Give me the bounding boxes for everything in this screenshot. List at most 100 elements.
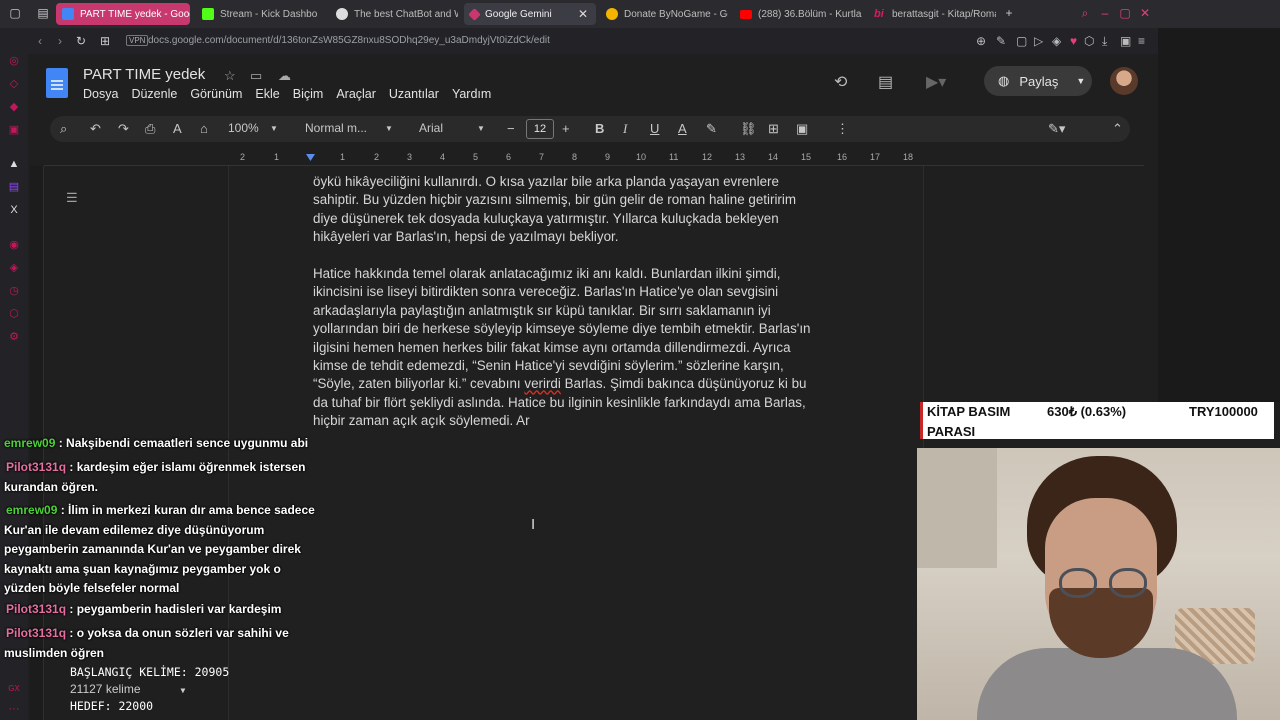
tab-bynogame[interactable]: Donate ByNoGame - Gele	[600, 3, 728, 25]
text-color-icon[interactable]: A	[678, 121, 687, 136]
tab-actions-icon[interactable]: ▢	[8, 6, 22, 20]
menu-view[interactable]: Görünüm	[190, 87, 242, 101]
sidebar-twitch-icon[interactable]: ▣	[7, 123, 21, 137]
italic-icon[interactable]: I	[623, 121, 627, 137]
font-size-input[interactable]: 12	[526, 119, 554, 139]
outline-icon[interactable]: ☰	[66, 190, 78, 206]
sidebar-gx-icon[interactable]: ◎	[7, 54, 21, 68]
history-icon[interactable]: ⟲	[834, 72, 847, 92]
sidebar-store-icon[interactable]: ◇	[7, 77, 21, 91]
search-icon[interactable]: ⌕	[60, 121, 67, 137]
print-icon[interactable]: ⎙	[145, 121, 155, 137]
sidebar-more-icon[interactable]: ···	[7, 702, 21, 716]
avatar[interactable]	[1110, 67, 1138, 95]
style-select[interactable]: Normal m...	[305, 121, 367, 135]
bold-icon[interactable]: B	[595, 121, 604, 136]
camera-icon[interactable]: ▣	[1120, 34, 1131, 48]
ruler-mark: 12	[702, 152, 713, 162]
increase-size-icon[interactable]: +	[562, 121, 570, 136]
tab-search-icon[interactable]: ▤	[36, 6, 50, 20]
move-folder-icon[interactable]: ▭	[250, 68, 262, 84]
tab-kick[interactable]: Stream - Kick Dashbo	[196, 3, 324, 25]
url-field[interactable]: docs.google.com/document/d/136tonZsW85GZ…	[148, 35, 550, 46]
tab-docs[interactable]: PART TIME yedek - Goog	[56, 3, 190, 25]
tab-chatbot[interactable]: The best ChatBot and Wi	[330, 3, 458, 25]
indent-marker-icon[interactable]	[306, 154, 315, 161]
highlight-icon[interactable]: ✎	[706, 121, 717, 137]
redo-icon[interactable]: ↷	[118, 121, 129, 137]
comments-icon[interactable]: ▤	[878, 72, 893, 92]
back-icon[interactable]: ‹	[38, 34, 42, 48]
sidebar-extensions-icon[interactable]: ⬡	[7, 307, 21, 321]
reload-icon[interactable]: ↻	[76, 34, 86, 48]
forward-icon[interactable]: ›	[58, 34, 62, 48]
sidebar-settings-icon[interactable]: ⚙	[7, 330, 21, 344]
comment-icon[interactable]: ⊞	[768, 121, 779, 137]
tab-kitapyurdu[interactable]: bi berattasgit - Kitap/Roman	[868, 3, 996, 25]
share-button[interactable]: ◍ Paylaş ▼	[984, 66, 1092, 96]
download-icon[interactable]: ⤓	[1102, 34, 1107, 49]
search-tabs-icon[interactable]: ⌕	[1078, 6, 1092, 20]
sidebar-history-icon[interactable]: ◷	[7, 284, 21, 298]
current-word-count[interactable]: 21127 kelime ▼	[70, 681, 270, 698]
play-icon[interactable]: ▷	[1034, 34, 1043, 48]
more-icon[interactable]: ⋮	[836, 121, 849, 137]
home-icon[interactable]: ⊞	[100, 34, 110, 48]
menu-format[interactable]: Biçim	[293, 87, 324, 101]
paint-format-icon[interactable]: ⌂	[200, 121, 208, 136]
menu-insert[interactable]: Ekle	[255, 87, 279, 101]
snapshot-icon[interactable]: ▢	[1016, 34, 1027, 48]
image-icon[interactable]: ▣	[796, 121, 808, 137]
cloud-status-icon[interactable]: ☁	[278, 68, 291, 84]
menu-tools[interactable]: Araçlar	[336, 87, 376, 101]
chat-message: Pilot3131q : o yoksa da onun sözleri var…	[4, 624, 316, 663]
menu-help[interactable]: Yardım	[452, 87, 491, 101]
meet-icon[interactable]: ▶▾	[926, 72, 946, 92]
tab-close-icon[interactable]: ✕	[578, 7, 588, 21]
new-tab-icon[interactable]: +	[1002, 6, 1016, 20]
cube-icon[interactable]: ◈	[1052, 34, 1061, 48]
close-window-icon[interactable]: ✕	[1138, 6, 1152, 20]
document-page[interactable]: öykü hikâyeciliğini kullanırdı. O kısa y…	[228, 166, 924, 720]
decrease-size-icon[interactable]: −	[507, 121, 515, 136]
font-dropdown-icon[interactable]: ▼	[477, 124, 485, 133]
text-line: “Söyle, zaten biliyorlar ki.” cevabını v…	[313, 375, 853, 393]
spelling-error[interactable]: verirdi	[524, 376, 560, 391]
tab-youtube[interactable]: (288) 36.Bölüm - Kurtlar	[734, 3, 862, 25]
sidebar-x-icon[interactable]: X	[7, 203, 21, 217]
undo-icon[interactable]: ↶	[90, 121, 101, 137]
zoom-select[interactable]: 100%	[228, 121, 259, 135]
minimize-icon[interactable]: –	[1098, 6, 1112, 20]
menu-edit[interactable]: Düzenle	[131, 87, 177, 101]
docs-logo-icon[interactable]	[46, 68, 68, 98]
extension-icon[interactable]: ⬡	[1084, 34, 1094, 48]
tab-gemini[interactable]: Google Gemini ✕	[464, 3, 596, 25]
link-icon[interactable]: ⛓	[740, 121, 757, 137]
menu-extensions[interactable]: Uzantılar	[389, 87, 439, 101]
vpn-badge[interactable]: VPN	[126, 35, 149, 46]
sidebar-pin-icon[interactable]: ◈	[7, 261, 21, 275]
pin-icon[interactable]: ✎	[996, 34, 1006, 48]
heart-icon[interactable]: ♥	[1070, 34, 1077, 48]
sidebar-twitch2-icon[interactable]: ▤	[7, 180, 21, 194]
sidebar-ai-icon[interactable]: ▲	[7, 157, 21, 171]
star-icon[interactable]: ☆	[224, 68, 236, 84]
maximize-icon[interactable]: ▢	[1118, 6, 1132, 20]
menu-file[interactable]: Dosya	[83, 87, 118, 101]
collapse-toolbar-icon[interactable]: ⌃	[1112, 121, 1123, 137]
share-dropdown-icon[interactable]: ▼	[1076, 76, 1085, 86]
document-title[interactable]: PART TIME yedek	[83, 66, 205, 83]
sidebar-player-icon[interactable]: ◉	[7, 238, 21, 252]
underline-icon[interactable]: U	[650, 121, 659, 136]
zoom-dropdown-icon[interactable]: ▼	[270, 124, 278, 133]
menu-icon[interactable]: ≡	[1138, 34, 1145, 48]
text-line: hiçbir zaman açık açık söylemedi. Ar	[313, 413, 530, 429]
spellcheck-icon[interactable]: A	[173, 121, 182, 136]
sidebar-gx-corner-icon[interactable]: GX	[7, 682, 21, 696]
sidebar-mod-icon[interactable]: ◆	[7, 100, 21, 114]
style-dropdown-icon[interactable]: ▼	[385, 124, 393, 133]
editing-mode-icon[interactable]: ✎▾	[1048, 121, 1065, 137]
font-select[interactable]: Arial	[419, 121, 443, 135]
word-count-dropdown-icon[interactable]: ▼	[181, 686, 186, 695]
zoom-icon[interactable]: ⊕	[976, 34, 986, 48]
